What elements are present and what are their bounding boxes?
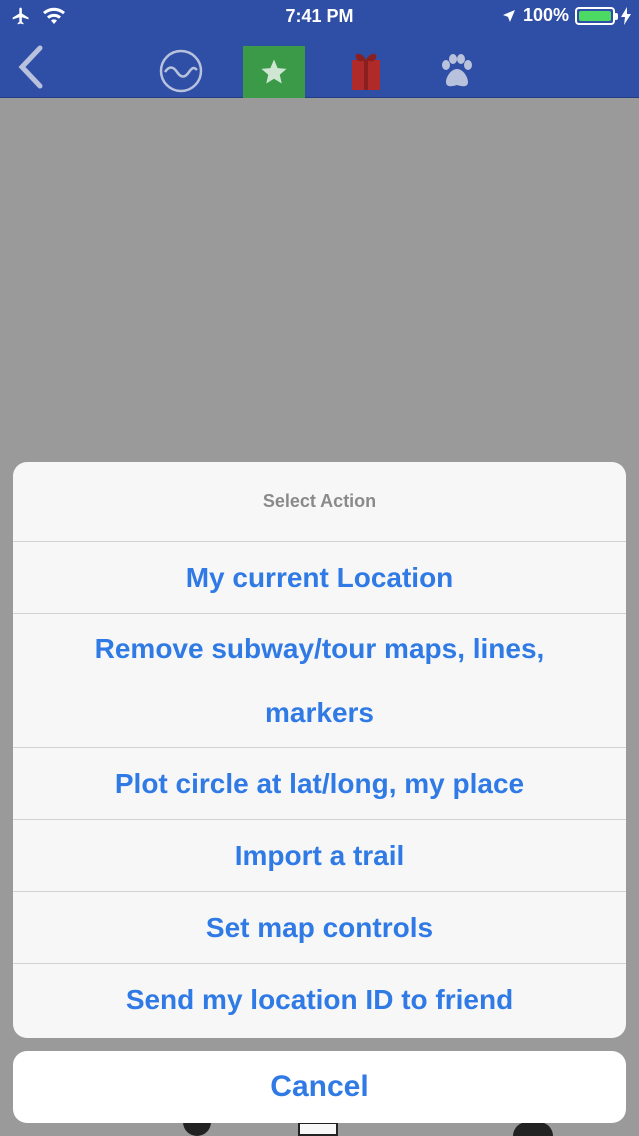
- action-send-location-id[interactable]: Send my location ID to friend: [13, 964, 626, 1036]
- battery-fill: [579, 10, 611, 21]
- action-sheet: Select Action My current Location Remove…: [13, 462, 626, 1038]
- status-bar: 7:41 PM 100%: [0, 0, 639, 34]
- battery-percent: 100%: [522, 5, 569, 25]
- toolbar-peek-center: [298, 1122, 338, 1136]
- action-set-map-controls[interactable]: Set map controls: [13, 892, 626, 964]
- action-plot-circle[interactable]: Plot circle at lat/long, my place: [13, 748, 626, 820]
- wave-button[interactable]: [158, 48, 204, 94]
- chevron-left-icon: [18, 45, 43, 89]
- nav-bar: [0, 34, 639, 98]
- paw-button[interactable]: [433, 48, 479, 94]
- battery-icon: [575, 6, 618, 25]
- gift-icon: [352, 53, 380, 90]
- action-sheet-title: Select Action: [13, 462, 626, 542]
- action-remove-subway-maps[interactable]: Remove subway/tour maps, lines, markers: [13, 614, 626, 748]
- back-button[interactable]: [8, 44, 54, 90]
- status-right-icons: 100%: [501, 5, 631, 26]
- cancel-button[interactable]: Cancel: [13, 1051, 626, 1123]
- gift-button[interactable]: [343, 48, 389, 94]
- wave-circle-icon: [159, 49, 203, 93]
- star-button[interactable]: [243, 46, 305, 98]
- action-my-current-location[interactable]: My current Location: [13, 542, 626, 614]
- location-arrow-icon: [502, 9, 515, 22]
- charging-bolt-icon: [621, 6, 631, 25]
- action-import-trail[interactable]: Import a trail: [13, 820, 626, 892]
- star-icon: [261, 59, 287, 84]
- paw-icon: [442, 54, 472, 87]
- toolbar-peek-right: [513, 1122, 553, 1136]
